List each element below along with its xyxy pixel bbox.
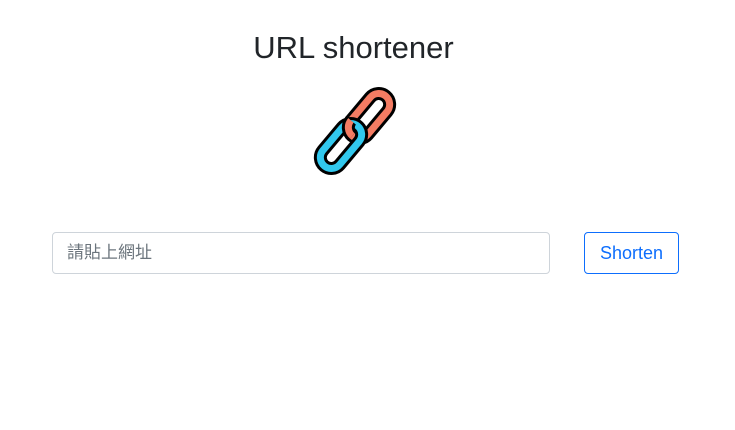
link-icon: [303, 83, 405, 179]
page-title: URL shortener: [253, 30, 454, 65]
url-input[interactable]: [52, 232, 550, 274]
shorten-button[interactable]: Shorten: [584, 232, 679, 274]
